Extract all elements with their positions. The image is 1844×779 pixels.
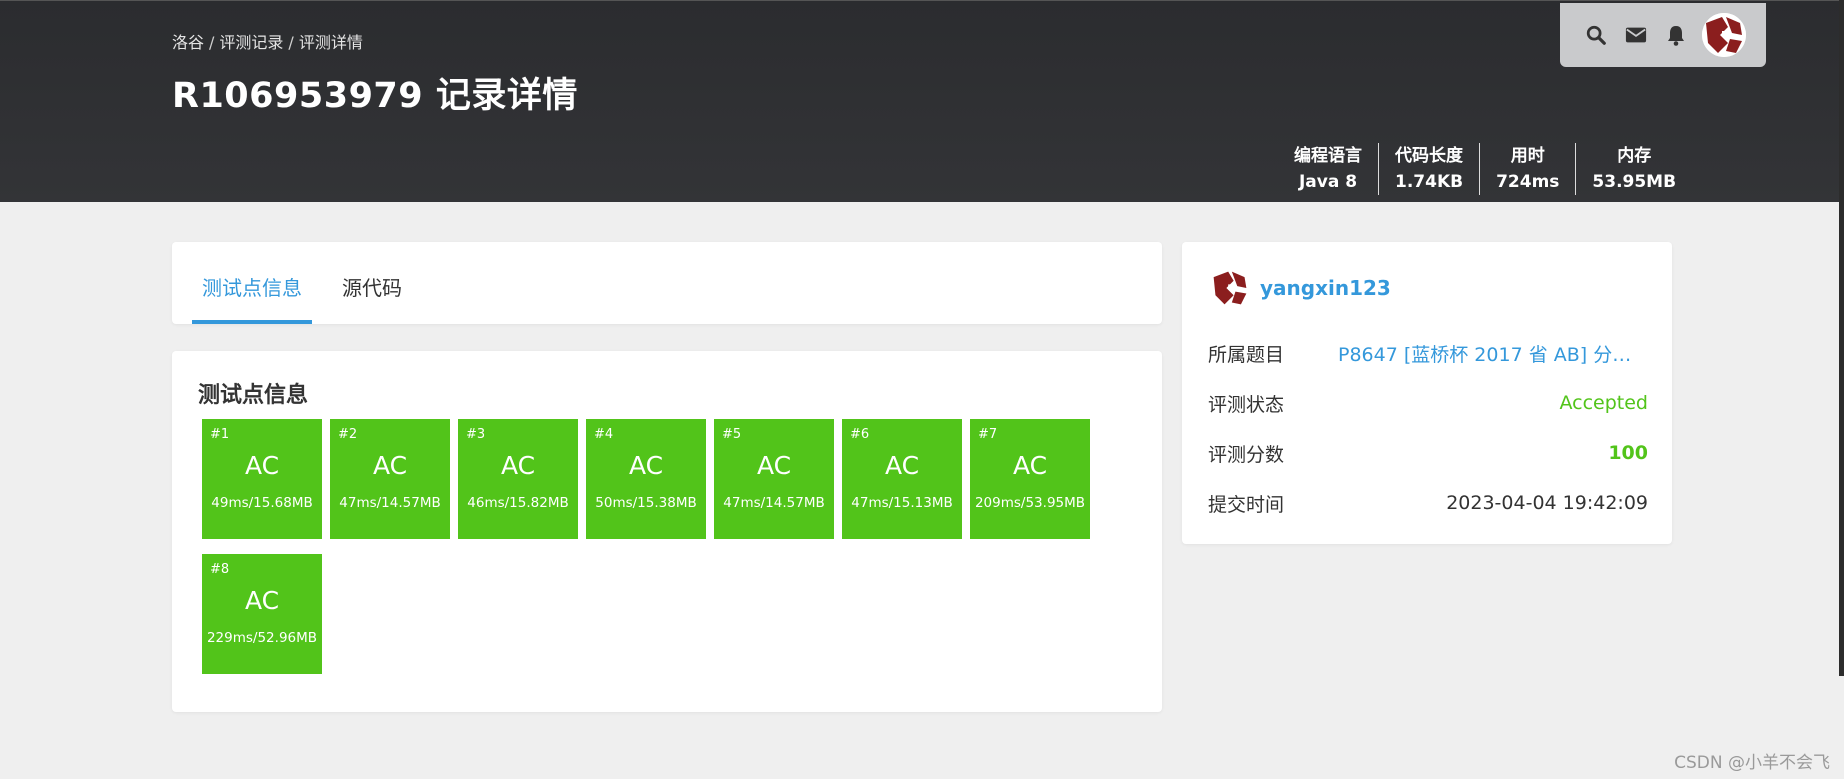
testcase-status: AC bbox=[884, 451, 920, 480]
stat-label: 编程语言 bbox=[1294, 146, 1362, 166]
breadcrumb-home[interactable]: 洛谷 bbox=[172, 33, 204, 52]
user-avatar[interactable] bbox=[1702, 13, 1746, 57]
bell-icon[interactable] bbox=[1662, 21, 1690, 49]
testcase-tile[interactable]: #1 AC 49ms/15.68MB bbox=[202, 419, 322, 539]
testcase-status: AC bbox=[1012, 451, 1048, 480]
stat-value: 724ms bbox=[1496, 172, 1560, 192]
testcase-number: #8 bbox=[210, 562, 230, 577]
info-label: 所属题目 bbox=[1208, 343, 1285, 366]
tabs-card: 测试点信息 源代码 bbox=[172, 242, 1162, 324]
stat-value: 1.74KB bbox=[1395, 172, 1464, 192]
stat-value: Java 8 bbox=[1298, 172, 1358, 192]
tab-testcases[interactable]: 测试点信息 bbox=[202, 272, 302, 301]
info-label: 评测分数 bbox=[1208, 443, 1285, 466]
breadcrumb: 洛谷 / 评测记录 / 评测详情 bbox=[172, 29, 363, 53]
search-icon[interactable] bbox=[1582, 21, 1610, 49]
testcase-time-memory: 209ms/53.95MB bbox=[974, 495, 1086, 511]
tab-source-code[interactable]: 源代码 bbox=[342, 272, 402, 301]
info-label: 提交时间 bbox=[1208, 493, 1285, 516]
page-scrollbar[interactable] bbox=[1839, 0, 1844, 676]
user-toolbar bbox=[1560, 3, 1766, 67]
testcase-status: AC bbox=[372, 451, 408, 480]
testcase-status: AC bbox=[500, 451, 536, 480]
section-title: 测试点信息 bbox=[198, 383, 309, 408]
testcase-tile[interactable]: #2 AC 47ms/14.57MB bbox=[330, 419, 450, 539]
page-header: 洛谷 / 评测记录 / 评测详情 R106953979 记录详情 编程语言 Java 8… bbox=[0, 0, 1844, 202]
stat-label: 代码长度 bbox=[1395, 146, 1464, 166]
score-value: 100 bbox=[1608, 442, 1648, 464]
testcase-time-memory: 46ms/15.82MB bbox=[467, 495, 569, 511]
stat-language: 编程语言 Java 8 bbox=[1278, 143, 1378, 195]
active-tab-indicator bbox=[192, 320, 312, 324]
submission-info-card: yangxin123 所属题目 P8647 [蓝桥杯 2017 省 AB] 分巧… bbox=[1182, 242, 1672, 544]
page-title: R106953979 记录详情 bbox=[172, 76, 578, 116]
info-row-status: 评测状态 Accepted bbox=[1208, 388, 1648, 418]
info-row-score: 评测分数 100 bbox=[1208, 438, 1648, 468]
testcase-tile[interactable]: #3 AC 46ms/15.82MB bbox=[458, 419, 578, 539]
stat-value: 53.95MB bbox=[1592, 172, 1677, 192]
watermark: CSDN @小羊不会飞 bbox=[1674, 753, 1830, 773]
testcase-number: #6 bbox=[850, 427, 870, 442]
breadcrumb-current: 评测详情 bbox=[298, 33, 363, 52]
testcase-time-memory: 50ms/15.38MB bbox=[595, 495, 697, 511]
submitter-username[interactable]: yangxin123 bbox=[1260, 276, 1391, 300]
testcase-tile[interactable]: #7 AC 209ms/53.95MB bbox=[970, 419, 1090, 539]
testcase-number: #1 bbox=[210, 427, 230, 442]
breadcrumb-records[interactable]: 评测记录 bbox=[219, 33, 283, 52]
submitter: yangxin123 bbox=[1210, 268, 1391, 308]
breadcrumb-separator: / bbox=[288, 33, 294, 52]
testcase-time-memory: 229ms/52.96MB bbox=[206, 630, 318, 646]
testcase-status: AC bbox=[244, 451, 280, 480]
stat-time: 用时 724ms bbox=[1479, 143, 1575, 195]
status-value: Accepted bbox=[1559, 392, 1648, 414]
testcase-tile[interactable]: #5 AC 47ms/14.57MB bbox=[714, 419, 834, 539]
testcase-tile[interactable]: #4 AC 50ms/15.38MB bbox=[586, 419, 706, 539]
mail-icon[interactable] bbox=[1622, 21, 1650, 49]
testcase-time-memory: 47ms/15.13MB bbox=[851, 495, 953, 511]
submission-stats: 编程语言 Java 8 代码长度 1.74KB 用时 724ms 内存 53.9… bbox=[1278, 143, 1692, 195]
info-row-submit-time: 提交时间 2023-04-04 19:42:09 bbox=[1208, 488, 1648, 518]
problem-link[interactable]: P8647 [蓝桥杯 2017 省 AB] 分巧... bbox=[1338, 340, 1648, 367]
submit-time-value: 2023-04-04 19:42:09 bbox=[1446, 492, 1648, 514]
breadcrumb-separator: / bbox=[209, 33, 215, 52]
stat-label: 用时 bbox=[1510, 146, 1545, 166]
testcase-tile[interactable]: #8 AC 229ms/52.96MB bbox=[202, 554, 322, 674]
testcases-card: 测试点信息 #1 AC 49ms/15.68MB #2 AC 47ms/14.5… bbox=[172, 351, 1162, 712]
info-label: 评测状态 bbox=[1208, 393, 1285, 416]
stat-memory: 内存 53.95MB bbox=[1575, 143, 1692, 195]
testcase-number: #4 bbox=[594, 427, 614, 442]
testcase-time-memory: 49ms/15.68MB bbox=[211, 495, 313, 511]
testcase-status: AC bbox=[244, 586, 280, 615]
testcase-status: AC bbox=[756, 451, 792, 480]
stat-code-length: 代码长度 1.74KB bbox=[1378, 143, 1479, 195]
testcase-status: AC bbox=[628, 451, 664, 480]
testcase-time-memory: 47ms/14.57MB bbox=[723, 495, 825, 511]
testcase-time-memory: 47ms/14.57MB bbox=[339, 495, 441, 511]
testcase-number: #5 bbox=[722, 427, 742, 442]
testcase-number: #7 bbox=[978, 427, 998, 442]
testcase-number: #3 bbox=[466, 427, 486, 442]
testcase-tile[interactable]: #6 AC 47ms/15.13MB bbox=[842, 419, 962, 539]
info-row-problem: 所属题目 P8647 [蓝桥杯 2017 省 AB] 分巧... bbox=[1208, 338, 1648, 368]
submitter-avatar[interactable] bbox=[1210, 268, 1250, 308]
testcase-number: #2 bbox=[338, 427, 358, 442]
stat-label: 内存 bbox=[1617, 146, 1652, 166]
